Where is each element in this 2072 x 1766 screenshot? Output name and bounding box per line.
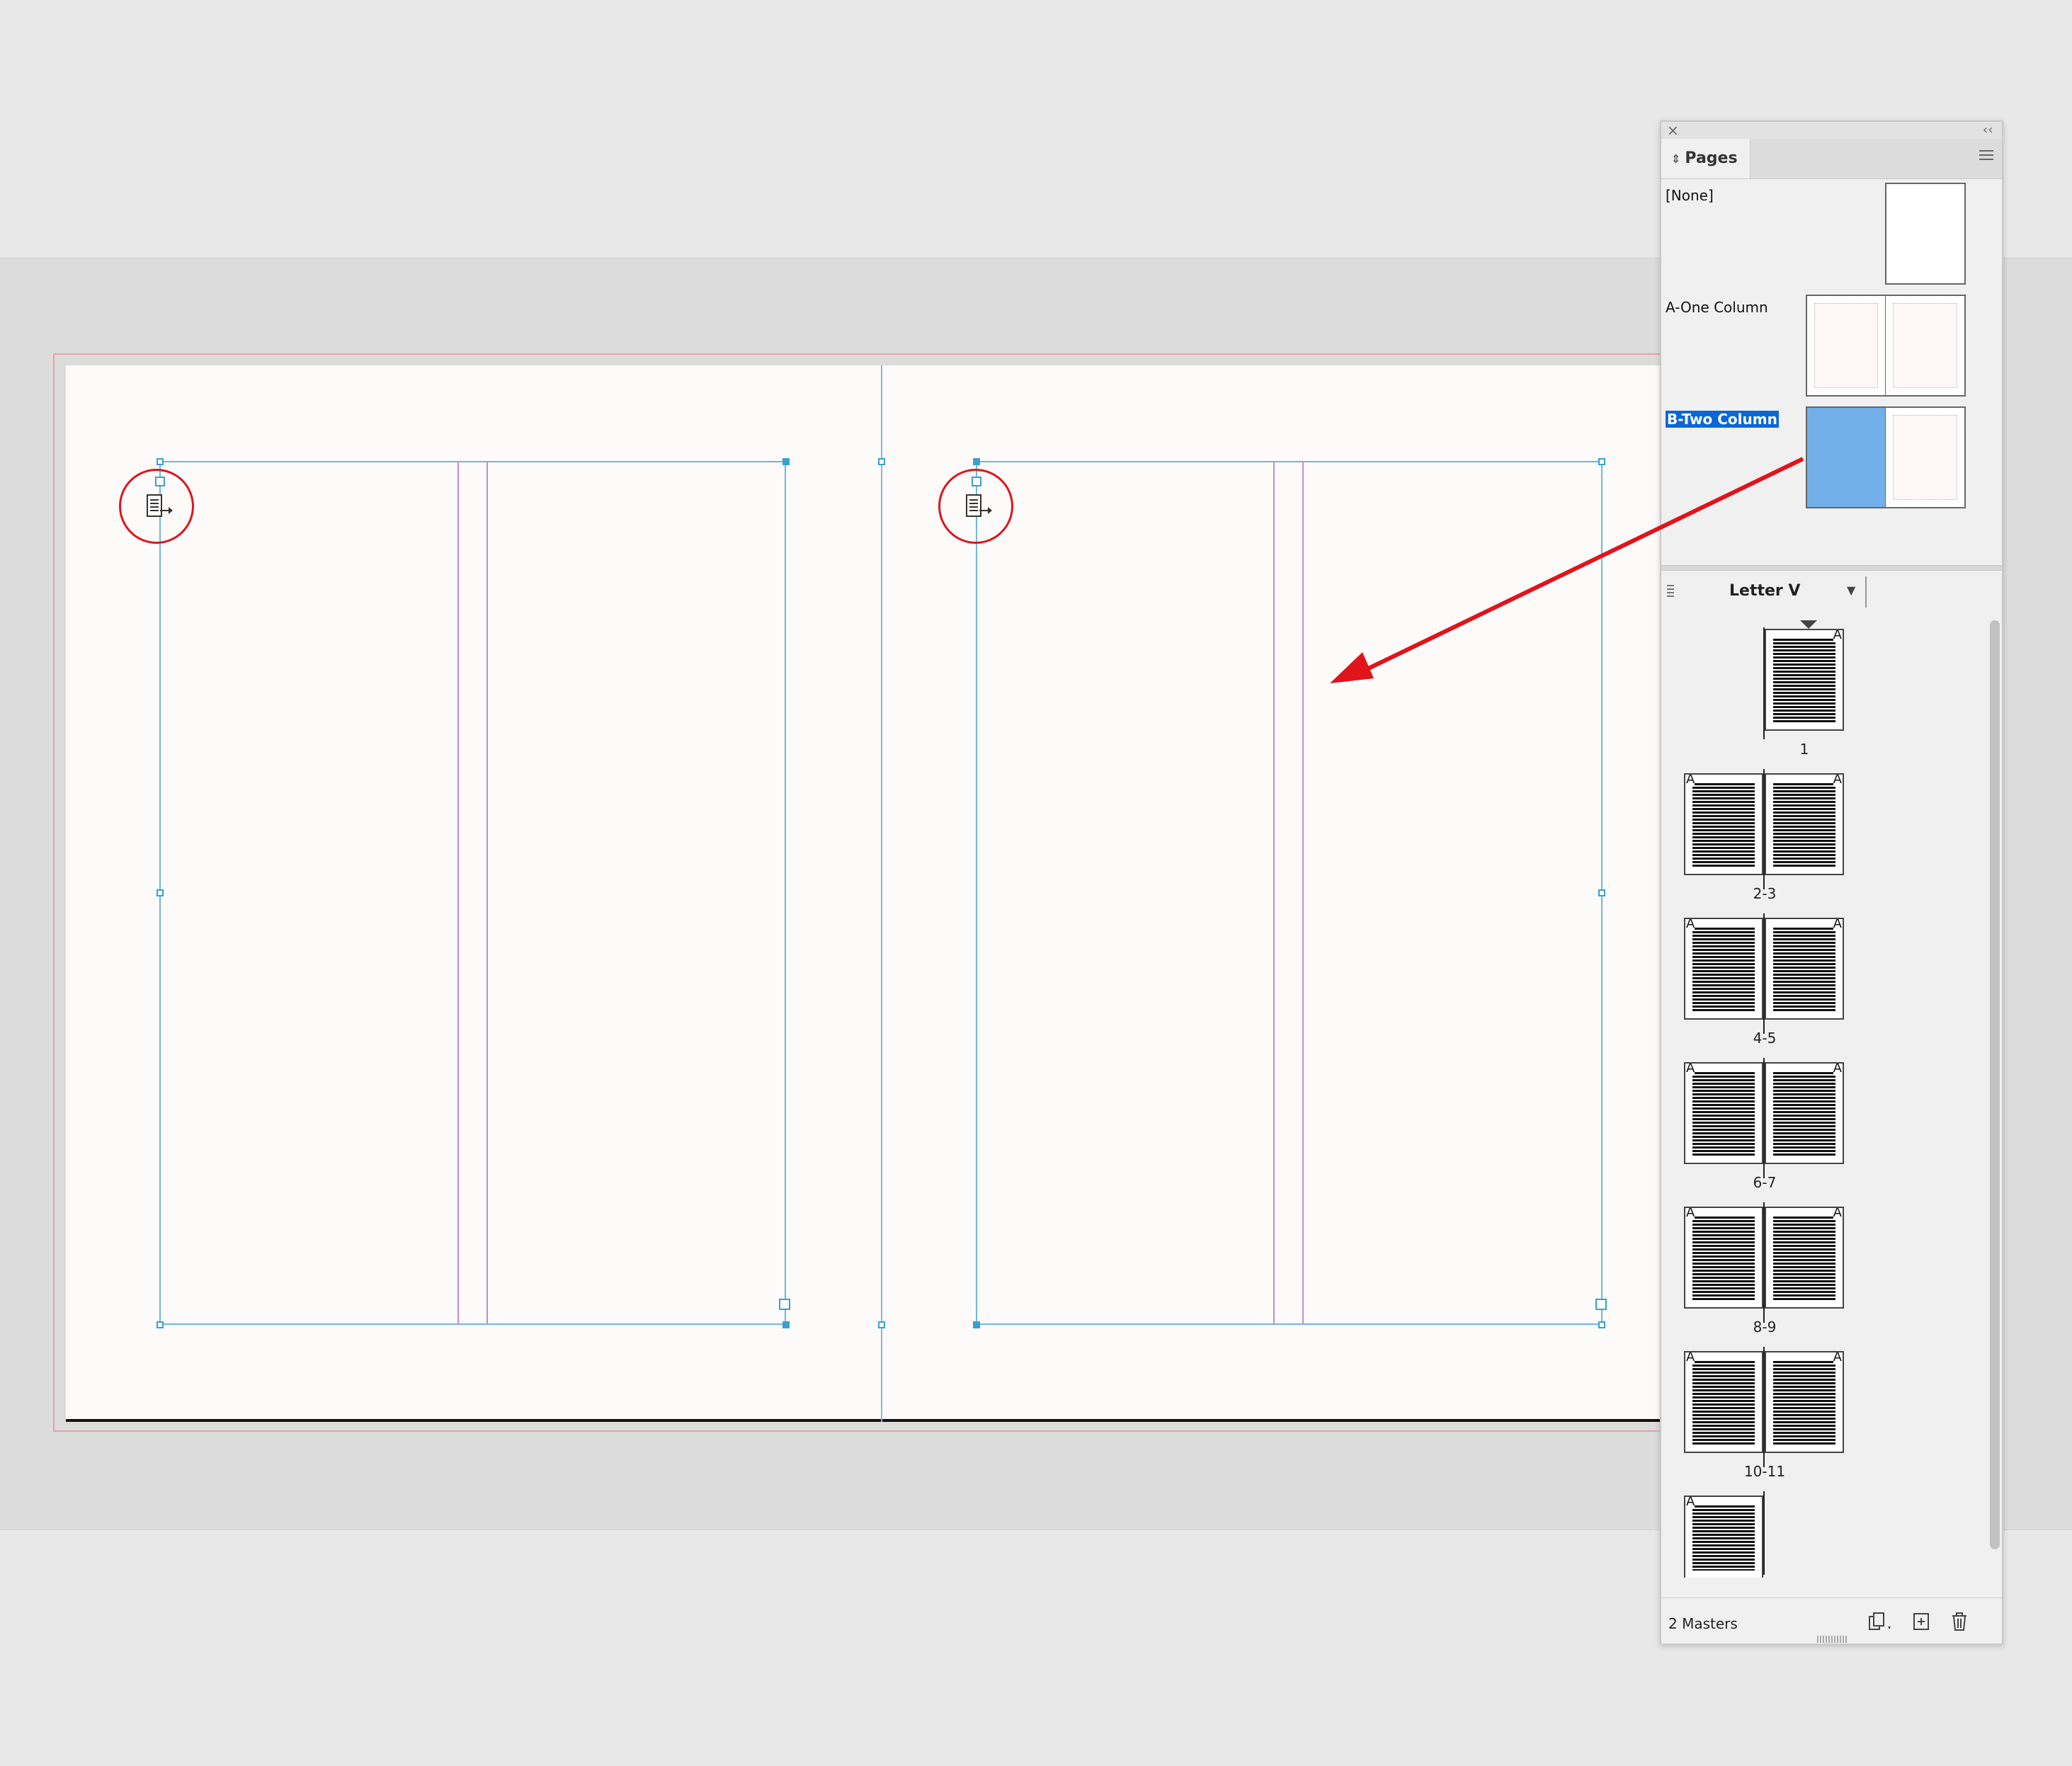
page-thumbnail[interactable]: A	[1765, 1351, 1844, 1453]
master-letter: A	[1833, 773, 1842, 787]
frame-handle[interactable]	[156, 889, 164, 896]
master-letter: A	[1686, 1207, 1695, 1220]
page-thumbnail[interactable]: A	[1684, 1207, 1763, 1309]
master-b-name[interactable]: B-Two Column	[1666, 411, 1779, 428]
master-b-thumbnail[interactable]	[1806, 406, 1966, 508]
page-thumbnail[interactable]: A	[1684, 1351, 1763, 1453]
tab-pages[interactable]: ⇕ Pages	[1661, 139, 1751, 178]
tab-pages-label: Pages	[1685, 149, 1738, 167]
page-thumbnail[interactable]: A	[1765, 773, 1844, 875]
master-letter: A	[1833, 1207, 1842, 1220]
master-a-name[interactable]: A-One Column	[1666, 299, 1768, 316]
threaded-text-icon	[147, 494, 173, 517]
page-thumbnail[interactable]: A	[1684, 773, 1763, 875]
frame-handle[interactable]	[1598, 889, 1605, 896]
close-icon[interactable]: ×	[1667, 122, 1679, 139]
frame-handle[interactable]	[156, 458, 164, 465]
masters-count: 2 Masters	[1668, 1615, 1738, 1632]
frame-handle[interactable]	[973, 458, 980, 465]
chevron-down-icon[interactable]: ▼	[1847, 583, 1855, 597]
pages-panel[interactable]: × ‹‹ ⇕ Pages [None] A-One Column B-Two Co…	[1660, 120, 2003, 1644]
frame-handle[interactable]	[1598, 1321, 1605, 1328]
master-letter: A	[1686, 1496, 1695, 1509]
updown-arrows-icon: ⇕	[1671, 152, 1681, 166]
master-letter: A	[1686, 773, 1695, 787]
column-guide	[1273, 461, 1275, 1325]
edit-page-size-icon[interactable]	[1867, 1611, 1895, 1632]
out-port[interactable]	[779, 1299, 790, 1310]
page-label[interactable]: 10-11	[1722, 1463, 1807, 1480]
page-size-row: Letter V ▼	[1661, 569, 2002, 612]
trash-icon[interactable]	[1949, 1611, 1970, 1632]
page-size-label[interactable]: Letter V	[1729, 582, 1800, 600]
scrollbar-thumb[interactable]	[1990, 620, 2000, 1549]
panel-title-bar[interactable]: × ‹‹	[1661, 122, 2002, 139]
spread-spine	[881, 365, 882, 1422]
column-guide	[1302, 461, 1304, 1325]
separator	[1865, 576, 1867, 608]
page-thumbnail[interactable]: A	[1765, 1062, 1844, 1164]
master-letter: A	[1833, 918, 1842, 931]
frame-handle[interactable]	[878, 1321, 885, 1328]
page-label[interactable]: 4-5	[1722, 1030, 1807, 1047]
text-frame-left[interactable]	[159, 461, 786, 1325]
page-thumbnail[interactable]: A	[1765, 918, 1844, 1020]
frame-handle[interactable]	[782, 458, 790, 465]
spread-spine	[1763, 1491, 1765, 1575]
out-port[interactable]	[1595, 1299, 1607, 1310]
master-letter: A	[1686, 1351, 1695, 1365]
master-none-thumbnail[interactable]	[1885, 183, 1966, 285]
master-letter: A	[1686, 1062, 1695, 1076]
hamburger-menu-icon[interactable]	[1979, 150, 1993, 163]
threaded-text-icon	[966, 494, 992, 517]
grip-icon[interactable]	[1667, 585, 1674, 599]
master-none-name[interactable]: [None]	[1666, 187, 1714, 204]
page-thumbnail[interactable]: A	[1684, 1496, 1763, 1578]
annotation-circle	[119, 469, 194, 544]
column-guide	[457, 461, 459, 1325]
page-thumbnail[interactable]: A	[1765, 1207, 1844, 1309]
master-a-thumbnail[interactable]	[1806, 295, 1966, 397]
page-label[interactable]: 1	[1762, 741, 1847, 758]
annotation-circle	[938, 469, 1013, 544]
current-page-marker-icon	[1800, 620, 1817, 629]
page-label[interactable]: 8-9	[1722, 1318, 1807, 1335]
column-guide	[486, 461, 488, 1325]
master-letter: A	[1833, 1062, 1842, 1076]
frame-handle[interactable]	[156, 1321, 164, 1328]
page-thumbnail[interactable]: A	[1765, 629, 1844, 731]
frame-handle[interactable]	[1598, 458, 1605, 465]
text-frame-right[interactable]	[976, 461, 1603, 1325]
resize-grip-icon[interactable]	[1817, 1636, 1848, 1643]
page-label[interactable]: 6-7	[1722, 1174, 1807, 1191]
double-chevron-left-icon[interactable]: ‹‹	[1983, 122, 1993, 139]
master-letter: A	[1833, 629, 1842, 642]
new-page-icon[interactable]	[1911, 1611, 1932, 1632]
frame-handle[interactable]	[973, 1321, 980, 1328]
frame-handle[interactable]	[878, 458, 885, 465]
frame-handle[interactable]	[782, 1321, 790, 1328]
panel-tab-row: ⇕ Pages	[1661, 139, 2002, 179]
page-label[interactable]: 2-3	[1722, 885, 1807, 902]
page-thumbnail[interactable]: A	[1684, 918, 1763, 1020]
master-letter: A	[1686, 918, 1695, 931]
page-thumbnail[interactable]: A	[1684, 1062, 1763, 1164]
master-letter: A	[1833, 1351, 1842, 1365]
